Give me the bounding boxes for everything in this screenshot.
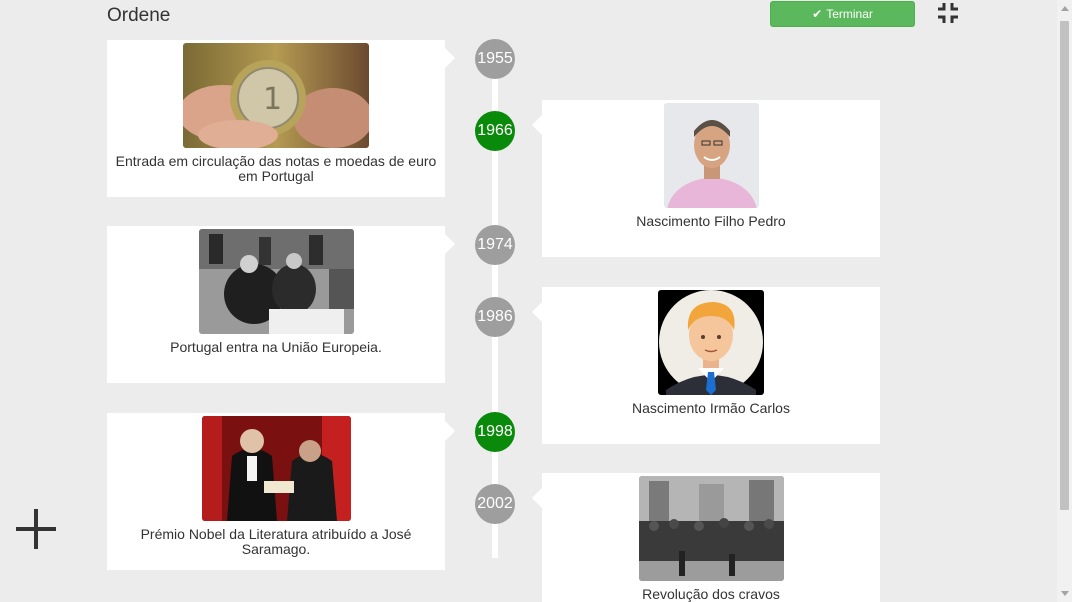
year-marker[interactable]: 1974 [475,225,515,265]
event-caption: Revolução dos cravos [642,586,780,602]
man-portrait-photo [663,103,759,208]
year-marker[interactable]: 1966 [475,111,515,151]
timeline-stage: Ordene ✔ Terminar 1 Entrada em circulaçã… [0,0,1057,602]
scrollbar-thumb[interactable] [1060,21,1069,510]
year-marker[interactable]: 1955 [475,39,515,79]
event-card[interactable]: Nascimento Filho Pedro [532,100,880,257]
event-caption: Nascimento Filho Pedro [636,213,786,229]
compress-icon[interactable] [937,2,959,24]
event-caption: Prémio Nobel da Literatura atribuído a J… [140,526,412,557]
scroll-up-arrow-icon[interactable] [1061,6,1069,11]
event-card[interactable]: Portugal entra na União Europeia. [107,226,455,383]
page-title: Ordene [107,5,171,26]
event-caption: Nascimento Irmão Carlos [632,400,790,416]
plus-icon[interactable] [16,509,56,549]
crowd-revolution-photo [638,476,784,581]
year-marker[interactable]: 1998 [475,412,515,452]
year-marker[interactable]: 1986 [475,297,515,337]
finish-button[interactable]: ✔ Terminar [770,1,915,27]
event-caption: Entrada em circulação das notas e moedas… [115,153,437,184]
cartoon-avatar-illustration [658,290,764,395]
scroll-down-arrow-icon[interactable] [1061,591,1069,596]
euro-coin-photo: 1 [183,43,369,148]
finish-button-label: Terminar [826,7,873,21]
event-card[interactable]: 1 Entrada em circulação das notas e moed… [107,40,455,197]
event-card[interactable]: Revolução dos cravos [532,473,880,602]
treaty-signing-photo [198,229,354,334]
year-marker[interactable]: 2002 [475,484,515,524]
check-icon: ✔ [812,7,823,21]
event-card[interactable]: Prémio Nobel da Literatura atribuído a J… [107,413,455,570]
nobel-ceremony-photo [201,416,351,521]
event-caption: Portugal entra na União Europeia. [170,339,382,355]
svg-text:1: 1 [263,82,282,117]
event-card[interactable]: Nascimento Irmão Carlos [532,287,880,444]
